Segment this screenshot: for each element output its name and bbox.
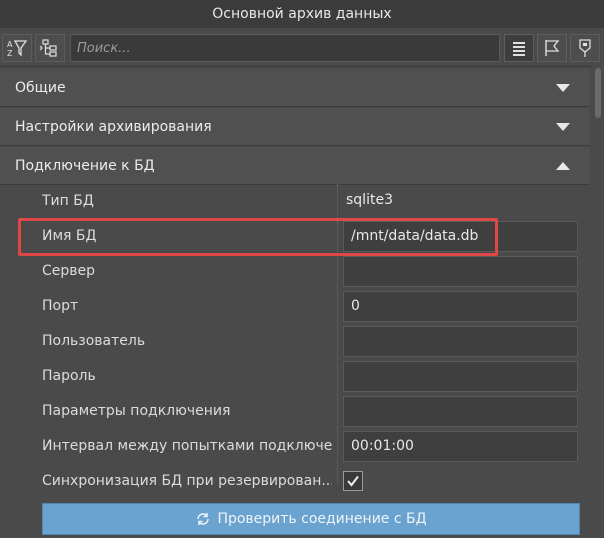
tree-view-icon bbox=[39, 39, 57, 57]
tag-icon bbox=[579, 39, 591, 57]
checkmark-icon bbox=[347, 475, 359, 487]
flag-icon bbox=[545, 40, 560, 56]
tag-button[interactable] bbox=[570, 34, 600, 62]
section-label: Подключение к БД bbox=[15, 157, 155, 174]
section-general[interactable]: Общие bbox=[0, 69, 590, 107]
check-connection-button[interactable]: Проверить соединение с БД bbox=[42, 503, 580, 535]
sort-filter-button[interactable]: A Z bbox=[2, 34, 32, 62]
sync-checkbox[interactable] bbox=[343, 471, 363, 491]
search-input[interactable] bbox=[70, 34, 500, 62]
property-label: Порт bbox=[42, 298, 79, 314]
port-field[interactable]: 0 bbox=[343, 291, 578, 322]
section-db-connection[interactable]: Подключение к БД bbox=[0, 147, 590, 185]
chevron-down-icon bbox=[556, 122, 570, 131]
list-icon bbox=[513, 42, 525, 56]
property-row-password: Пароль bbox=[0, 359, 590, 394]
svg-text:A: A bbox=[7, 40, 13, 49]
vertical-scrollbar[interactable] bbox=[592, 66, 604, 538]
window-title: Основной архив данных bbox=[0, 0, 604, 28]
property-row-sync: Синхронизация БД при резервирован... bbox=[0, 464, 590, 499]
property-label: Интервал между попытками подключе... bbox=[42, 438, 332, 454]
scroll-thumb[interactable] bbox=[595, 68, 601, 118]
flag-button[interactable] bbox=[537, 34, 567, 62]
section-label: Настройки архивирования bbox=[15, 118, 212, 135]
check-connection-label: Проверить соединение с БД bbox=[217, 511, 427, 527]
chevron-down-icon bbox=[556, 83, 570, 92]
section-label: Общие bbox=[15, 79, 66, 96]
property-label: Параметры подключения bbox=[42, 403, 231, 419]
tree-view-button[interactable] bbox=[35, 34, 65, 62]
section-archive-settings[interactable]: Настройки архивирования bbox=[0, 108, 590, 146]
property-row-connection-params: Параметры подключения bbox=[0, 394, 590, 429]
property-row-user: Пользователь bbox=[0, 324, 590, 359]
server-field[interactable] bbox=[343, 256, 578, 287]
property-row-db-type: Тип БД sqlite3 bbox=[0, 184, 590, 219]
property-row-port: Порт 0 bbox=[0, 289, 590, 324]
property-row-server: Сервер bbox=[0, 254, 590, 289]
property-label: Пользователь bbox=[42, 333, 146, 349]
refresh-icon bbox=[197, 513, 210, 525]
highlight-annotation bbox=[18, 218, 498, 256]
svg-text:Z: Z bbox=[7, 49, 13, 58]
user-field[interactable] bbox=[343, 326, 578, 357]
db-type-value: sqlite3 bbox=[346, 192, 393, 208]
property-label: Сервер bbox=[42, 263, 96, 279]
connection-params-field[interactable] bbox=[343, 396, 578, 427]
property-label: Тип БД bbox=[42, 193, 94, 209]
property-label: Пароль bbox=[42, 368, 96, 384]
property-row-retry-interval: Интервал между попытками подключе... 00:… bbox=[0, 429, 590, 464]
list-view-button[interactable] bbox=[504, 34, 534, 62]
property-label: Синхронизация БД при резервирован... bbox=[42, 473, 332, 489]
chevron-up-icon bbox=[556, 161, 570, 170]
toolbar: A Z bbox=[0, 28, 604, 67]
retry-interval-field[interactable]: 00:01:00 bbox=[343, 431, 578, 462]
sort-filter-icon: A Z bbox=[7, 40, 28, 58]
password-field[interactable] bbox=[343, 361, 578, 392]
